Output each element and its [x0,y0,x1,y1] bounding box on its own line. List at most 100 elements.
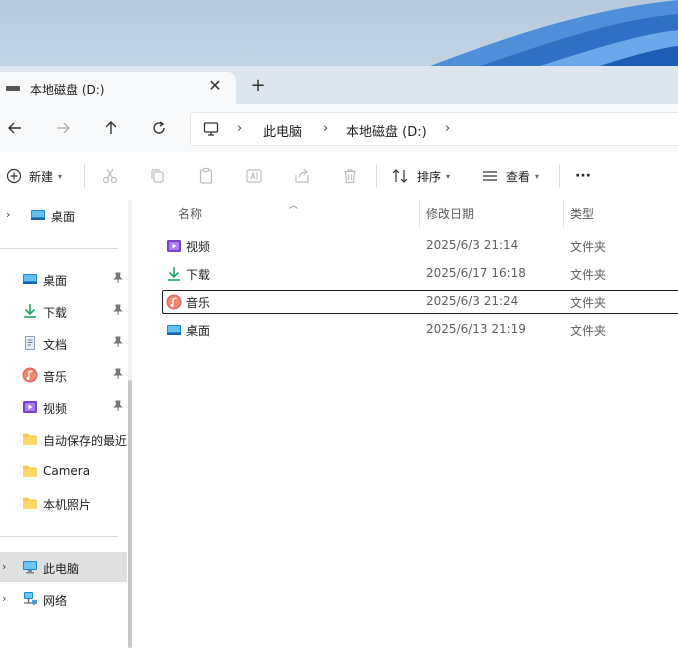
file-date: 2025/6/3 21:24 [426,294,519,308]
forward-button[interactable] [50,116,76,140]
column-divider[interactable] [563,200,564,228]
video-icon [167,240,181,252]
desktop-icon [23,274,37,284]
chevron-right-icon[interactable]: › [2,592,6,605]
file-row-focused[interactable]: 音乐 2025/6/3 21:24 文件夹 [162,290,678,314]
more-options-button[interactable]: ··· [575,152,591,200]
cut-icon[interactable] [101,167,119,185]
view-button-label: 查看 [506,169,531,184]
copy-icon[interactable] [149,167,167,185]
file-name: 音乐 [186,296,211,310]
file-date: 2025/6/3 21:14 [426,238,519,252]
this-pc-icon [23,561,37,574]
file-row[interactable]: 下载 2025/6/17 16:18 文件夹 [162,262,678,286]
column-header-type[interactable]: 类型 [570,200,594,228]
sort-icon [392,169,408,183]
command-bar: 新建 ▾ 排序 ▾ 查看 ▾ ··· [0,152,678,201]
breadcrumb-this-pc[interactable]: 此电脑 [263,121,302,140]
pin-icon[interactable] [112,304,124,316]
folder-icon [23,465,37,477]
sidebar-item-label: Camera [43,464,91,478]
document-icon [25,336,35,350]
plus-circle-icon [6,168,22,184]
chevron-right-icon[interactable]: › [2,560,6,573]
file-type: 文件夹 [570,296,607,310]
content-area: › 桌面 桌面 下载 文档 音乐 视频 自动保存的最近 Camera 本机照片 … [0,200,678,648]
paste-icon[interactable] [197,167,215,185]
pin-icon[interactable] [112,368,124,380]
chevron-right-icon: › [445,121,451,136]
file-row[interactable]: 视频 2025/6/3 21:14 文件夹 [162,234,678,258]
sort-button-label: 排序 [417,169,442,184]
chevron-right-icon: › [323,121,329,136]
file-type: 文件夹 [570,324,607,338]
sidebar-item-label: 下载 [43,306,68,320]
sidebar-item-videos[interactable]: 视频 [0,392,127,422]
chevron-down-icon: ▾ [446,171,451,181]
file-explorer-window: 本地磁盘 (D:) ✕ + › 此电脑 › 本地磁盘 (D:) › 新建 ▾ 排… [0,66,678,648]
delete-icon[interactable] [341,167,359,185]
sidebar-item-label: 桌面 [51,210,76,224]
file-name: 桌面 [186,324,211,338]
file-name: 视频 [186,240,211,254]
sidebar-scrollbar[interactable] [128,200,132,648]
rename-icon[interactable] [245,167,263,185]
desktop-wallpaper [0,0,678,66]
desktop-icon [167,325,181,335]
drive-icon [6,86,20,91]
sidebar-item-label: 视频 [43,402,68,416]
address-bar[interactable]: › 此电脑 › 本地磁盘 (D:) › [190,112,678,146]
up-button[interactable] [98,116,124,140]
sidebar-item-desktop-top[interactable]: › 桌面 [0,200,127,230]
new-button-label: 新建 [29,169,54,184]
sidebar-divider [0,248,118,249]
sidebar-item-autosave-recent[interactable]: 自动保存的最近 [0,424,127,454]
download-icon [168,267,180,281]
close-tab-icon[interactable]: ✕ [206,77,224,95]
chevron-right-icon: › [237,121,243,136]
tab-local-disk-d[interactable]: 本地磁盘 (D:) ✕ [0,72,236,104]
new-button[interactable]: 新建 ▾ [6,152,62,200]
column-header-date[interactable]: 修改日期 [426,200,474,228]
navigation-bar: › 此电脑 › 本地磁盘 (D:) › [0,104,678,152]
pin-icon[interactable] [112,336,124,348]
pin-icon[interactable] [112,400,124,412]
arrow-left-icon [8,122,21,134]
pin-icon[interactable] [112,272,124,284]
file-row[interactable]: 桌面 2025/6/13 21:19 文件夹 [162,318,678,342]
sort-button[interactable]: 排序 ▾ [392,152,450,200]
new-tab-button[interactable]: + [248,76,268,96]
file-type: 文件夹 [570,240,607,254]
arrow-up-icon [105,121,117,134]
chevron-down-icon: ▾ [58,171,63,181]
sidebar-item-label: 本机照片 [43,498,92,512]
sidebar-item-network[interactable]: › 网络 [0,584,127,614]
sidebar-item-downloads[interactable]: 下载 [0,296,127,326]
view-button[interactable]: 查看 ▾ [481,152,539,200]
file-date: 2025/6/13 21:19 [426,322,526,336]
back-button[interactable] [2,116,28,140]
column-divider[interactable] [419,200,420,228]
music-icon [166,294,182,310]
tab-title: 本地磁盘 (D:) [30,83,105,97]
sidebar-item-label: 网络 [43,594,68,608]
sidebar-item-desktop[interactable]: 桌面 [0,264,127,294]
folder-icon [23,497,37,509]
sort-ascending-icon: ︿ [289,201,299,211]
file-list: ︿ 名称 修改日期 类型 视频 2025/6/3 21:14 文件夹 下载 20… [146,200,678,648]
sidebar-item-music[interactable]: 音乐 [0,360,127,390]
sidebar-item-label: 自动保存的最近 [43,434,128,448]
sidebar-item-local-photos[interactable]: 本机照片 [0,488,127,518]
refresh-button[interactable] [146,116,172,140]
breadcrumb-local-disk[interactable]: 本地磁盘 (D:) [346,121,427,140]
share-icon[interactable] [293,167,311,185]
sidebar-scrollbar-thumb[interactable] [128,380,132,648]
music-icon [22,367,38,383]
sidebar-item-camera[interactable]: Camera [0,456,127,486]
column-header-name[interactable]: 名称 [178,200,202,228]
sidebar-item-documents[interactable]: 文档 [0,328,127,358]
refresh-icon [153,121,165,134]
sidebar-item-this-pc[interactable]: › 此电脑 [0,552,127,582]
file-date: 2025/6/17 16:18 [426,266,526,280]
chevron-right-icon[interactable]: › [6,208,10,221]
